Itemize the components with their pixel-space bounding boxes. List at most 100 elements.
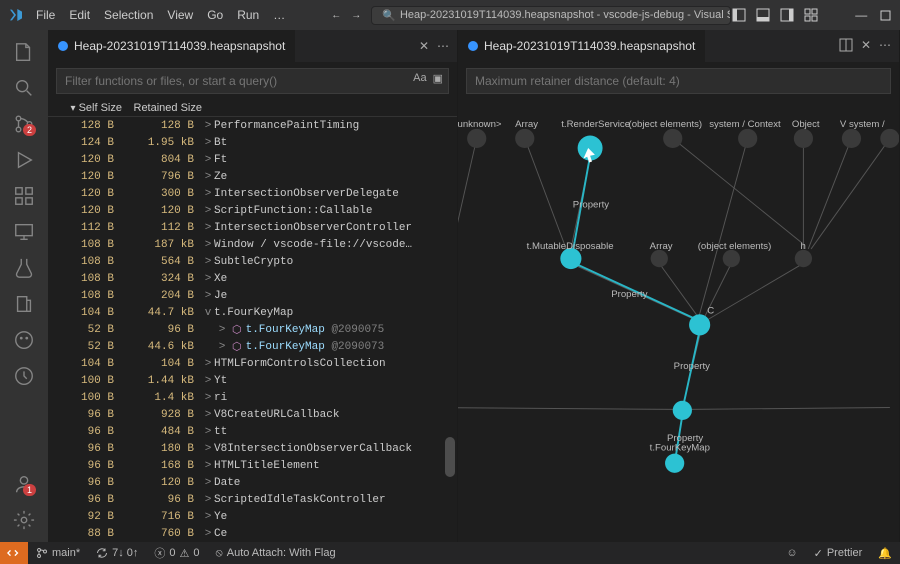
explorer-icon[interactable]: [10, 38, 38, 66]
table-row[interactable]: 108 B204 B>Je: [48, 287, 457, 304]
debug-status[interactable]: ⦸ Auto Attach: With Flag: [208, 547, 344, 560]
references-icon[interactable]: [10, 290, 38, 318]
timeline-icon[interactable]: [10, 362, 38, 390]
settings-gear-icon[interactable]: [10, 506, 38, 534]
github-icon[interactable]: [10, 326, 38, 354]
table-row[interactable]: 124 B1.95 kB>Bt: [48, 134, 457, 151]
table-row[interactable]: 96 B928 B>V8CreateURLCallback: [48, 406, 457, 423]
table-row[interactable]: 108 B564 B>SubtleCrypto: [48, 253, 457, 270]
menu-run[interactable]: Run: [231, 5, 265, 25]
regex-icon[interactable]: ▣: [433, 72, 443, 85]
nav-forward-icon[interactable]: →: [351, 10, 361, 21]
split-editor-icon[interactable]: [839, 38, 853, 55]
table-row[interactable]: 96 B96 B>ScriptedIdleTaskController: [48, 491, 457, 508]
tab-close-icon[interactable]: ✕: [861, 38, 871, 55]
menubar: File Edit Selection View Go Run …: [30, 5, 291, 25]
left-tab[interactable]: Heap-20231019T114039.heapsnapshot: [48, 30, 295, 62]
remote-explorer-icon[interactable]: [10, 218, 38, 246]
table-row[interactable]: 96 B168 B>HTMLTitleElement: [48, 457, 457, 474]
object-instance-icon: ⬡: [232, 340, 242, 354]
run-debug-icon[interactable]: [10, 146, 38, 174]
table-row[interactable]: 120 B300 B>IntersectionObserverDelegate: [48, 185, 457, 202]
accounts-badge: 1: [23, 484, 36, 496]
feedback-icon[interactable]: ☺: [778, 547, 805, 560]
problems-item[interactable]: ⓧ0 ⚠0: [146, 545, 207, 561]
search-activity-icon[interactable]: [10, 74, 38, 102]
left-tabbar: Heap-20231019T114039.heapsnapshot ✕ ⋯: [48, 30, 457, 62]
bell-icon[interactable]: 🔔: [870, 547, 900, 560]
table-row[interactable]: 108 B187 kB>Window / vscode-file://vscod…: [48, 236, 457, 253]
no-debug-icon: ⦸: [216, 547, 223, 560]
table-row[interactable]: 120 B804 B>Ft: [48, 151, 457, 168]
table-row[interactable]: 88 B760 B>Ce: [48, 525, 457, 542]
sync-item[interactable]: 7↓ 0↑: [88, 547, 146, 559]
tab-close-icon[interactable]: ✕: [419, 39, 429, 53]
table-row[interactable]: 108 B324 B>Xe: [48, 270, 457, 287]
svg-text:Array: Array: [515, 119, 538, 130]
remote-indicator[interactable]: [0, 542, 28, 564]
table-row[interactable]: 96 B120 B>Date: [48, 474, 457, 491]
layout-bottom-icon[interactable]: [755, 7, 771, 23]
accounts-icon[interactable]: 1: [10, 470, 38, 498]
layout-right-icon[interactable]: [779, 7, 795, 23]
crumb-text: Heap-20231019T114039.heapsnapshot - vsco…: [400, 9, 731, 21]
extensions-icon[interactable]: [10, 182, 38, 210]
scrollbar-thumb[interactable]: [445, 437, 455, 477]
branch-item[interactable]: main*: [28, 547, 88, 559]
svg-text:Property: Property: [674, 361, 710, 372]
menu-go[interactable]: Go: [201, 5, 229, 25]
header-self-size[interactable]: ▾Self Size: [56, 102, 128, 114]
minimize-icon[interactable]: —: [853, 7, 869, 23]
status-bar: main* 7↓ 0↑ ⓧ0 ⚠0 ⦸ Auto Attach: With Fl…: [0, 542, 900, 564]
table-row[interactable]: 96 B180 B>V8IntersectionObserverCallback: [48, 440, 457, 457]
tab-more-icon[interactable]: ⋯: [879, 38, 891, 55]
object-instance-icon: ⬡: [232, 323, 242, 337]
table-row[interactable]: 100 B1.4 kB>ri: [48, 389, 457, 406]
maximize-icon[interactable]: [877, 7, 893, 23]
svg-text:h: h: [801, 241, 806, 252]
filter-bar: Aa ▣: [56, 68, 449, 94]
layout-grid-icon[interactable]: [803, 7, 819, 23]
table-row[interactable]: 112 B112 B>IntersectionObserverControlle…: [48, 219, 457, 236]
menu-view[interactable]: View: [161, 5, 199, 25]
menu-file[interactable]: File: [30, 5, 61, 25]
nav-back-icon[interactable]: ←: [331, 10, 341, 21]
scm-icon[interactable]: 2: [10, 110, 38, 138]
table-header: ▾Self Size Retained Size: [48, 100, 457, 117]
table-row[interactable]: 52 B44.6 kB>⬡t.FourKeyMap @2090073: [48, 338, 457, 355]
tab-more-icon[interactable]: ⋯: [437, 39, 449, 53]
match-case-icon[interactable]: Aa: [413, 72, 426, 85]
right-editor-pane: Heap-20231019T114039.heapsnapshot ✕ ⋯: [458, 30, 900, 542]
heapsnapshot-file-icon: [468, 41, 478, 51]
filter-input[interactable]: [56, 68, 449, 94]
distance-bar: [466, 68, 891, 94]
left-editor-pane: Heap-20231019T114039.heapsnapshot ✕ ⋯ Aa…: [48, 30, 458, 542]
menu-selection[interactable]: Selection: [98, 5, 159, 25]
svg-text:Property: Property: [611, 289, 647, 300]
table-row[interactable]: 100 B1.44 kB>Yt: [48, 372, 457, 389]
table-row[interactable]: 104 B104 B>HTMLFormControlsCollection: [48, 355, 457, 372]
table-row[interactable]: 92 B716 B>Ye: [48, 508, 457, 525]
title-crumb[interactable]: 🔍 Heap-20231019T114039.heapsnapshot - vs…: [371, 6, 731, 25]
testing-icon[interactable]: [10, 254, 38, 282]
table-row[interactable]: 96 B484 B>tt: [48, 423, 457, 440]
menu-overflow[interactable]: …: [267, 5, 291, 25]
scm-badge: 2: [23, 124, 36, 136]
table-row[interactable]: 104 B44.7 kBvt.FourKeyMap: [48, 304, 457, 321]
right-tab[interactable]: Heap-20231019T114039.heapsnapshot: [458, 30, 705, 62]
table-row[interactable]: 120 B796 B>Ze: [48, 168, 457, 185]
layout-left-icon[interactable]: [731, 7, 747, 23]
header-retained-size[interactable]: Retained Size: [128, 102, 210, 114]
prettier-item[interactable]: ✓ Prettier: [806, 547, 871, 560]
table-row[interactable]: 120 B120 B>ScriptFunction::Callable: [48, 202, 457, 219]
distance-input[interactable]: [466, 68, 891, 94]
menu-edit[interactable]: Edit: [63, 5, 96, 25]
svg-text:Property: Property: [573, 200, 609, 211]
svg-text:(object elements): (object elements): [698, 241, 772, 252]
activity-bar: 2 1: [0, 30, 48, 542]
right-tabbar: Heap-20231019T114039.heapsnapshot ✕ ⋯: [458, 30, 899, 62]
table-row[interactable]: 52 B96 B>⬡t.FourKeyMap @2090075: [48, 321, 457, 338]
retainer-graph[interactable]: unknown> Array t.RenderService (object e…: [458, 100, 899, 542]
table-row[interactable]: 128 B128 B>PerformancePaintTiming: [48, 117, 457, 134]
table-rows[interactable]: 128 B128 B>PerformancePaintTiming124 B1.…: [48, 117, 457, 542]
